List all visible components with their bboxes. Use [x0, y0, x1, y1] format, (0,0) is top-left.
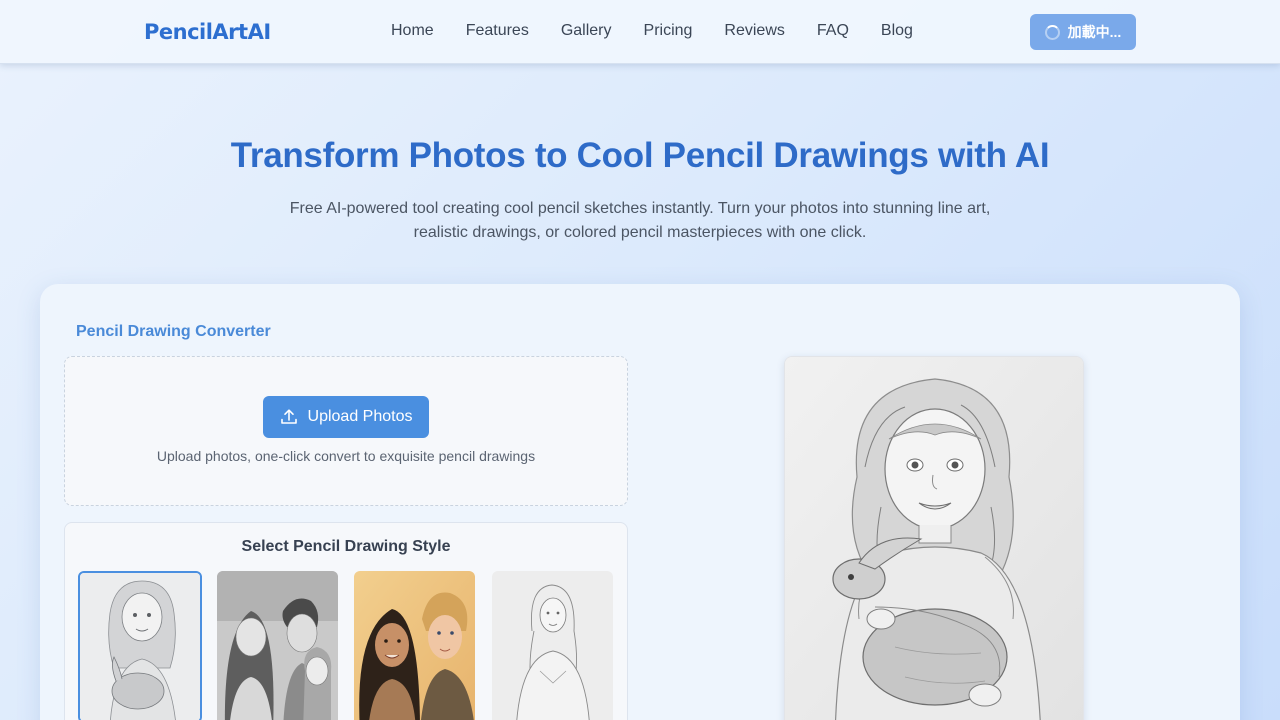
upload-hint: Upload photos, one-click convert to exqu… — [156, 448, 536, 464]
hero-subtitle-line-1: Free AI-powered tool creating cool penci… — [289, 200, 991, 217]
converter-label: Pencil Drawing Converter — [76, 323, 271, 340]
nav-faq[interactable]: FAQ — [801, 20, 865, 42]
style-thumb-colored[interactable] — [354, 571, 475, 720]
login-button[interactable]: 加載中... — [1030, 14, 1136, 50]
nav-reviews[interactable]: Reviews — [708, 20, 800, 42]
nav-blog[interactable]: Blog — [865, 20, 929, 42]
upload-photos-label: Upload Photos — [307, 408, 413, 425]
loading-spinner-icon — [1044, 24, 1060, 40]
nav-gallery[interactable]: Gallery — [545, 20, 628, 42]
main-nav: Home Features Gallery Pricing Reviews FA… — [375, 20, 929, 42]
nav-home[interactable]: Home — [375, 20, 450, 42]
nav-pricing[interactable]: Pricing — [628, 20, 709, 42]
nav-features[interactable]: Features — [450, 20, 545, 42]
result-preview-image — [784, 356, 1084, 720]
style-thumb-sketch[interactable] — [78, 571, 202, 720]
hero-title: Transform Photos to Cool Pencil Drawings… — [230, 136, 1050, 175]
style-selector-title: Select Pencil Drawing Style — [241, 538, 451, 555]
hero-subtitle: Free AI-powered tool creating cool penci… — [270, 197, 1010, 245]
upload-photos-button[interactable]: Upload Photos — [263, 396, 429, 438]
style-thumb-realistic[interactable] — [217, 571, 338, 720]
upload-icon — [280, 409, 297, 424]
login-button-label: 加載中... — [1067, 24, 1122, 40]
site-header: PencilArtAI Home Features Gallery Pricin… — [0, 0, 1280, 64]
logo[interactable]: PencilArtAI — [144, 20, 271, 44]
hero-subtitle-line-2: realistic drawings, or colored pencil ma… — [413, 224, 867, 241]
style-thumb-line-art[interactable] — [492, 571, 613, 720]
